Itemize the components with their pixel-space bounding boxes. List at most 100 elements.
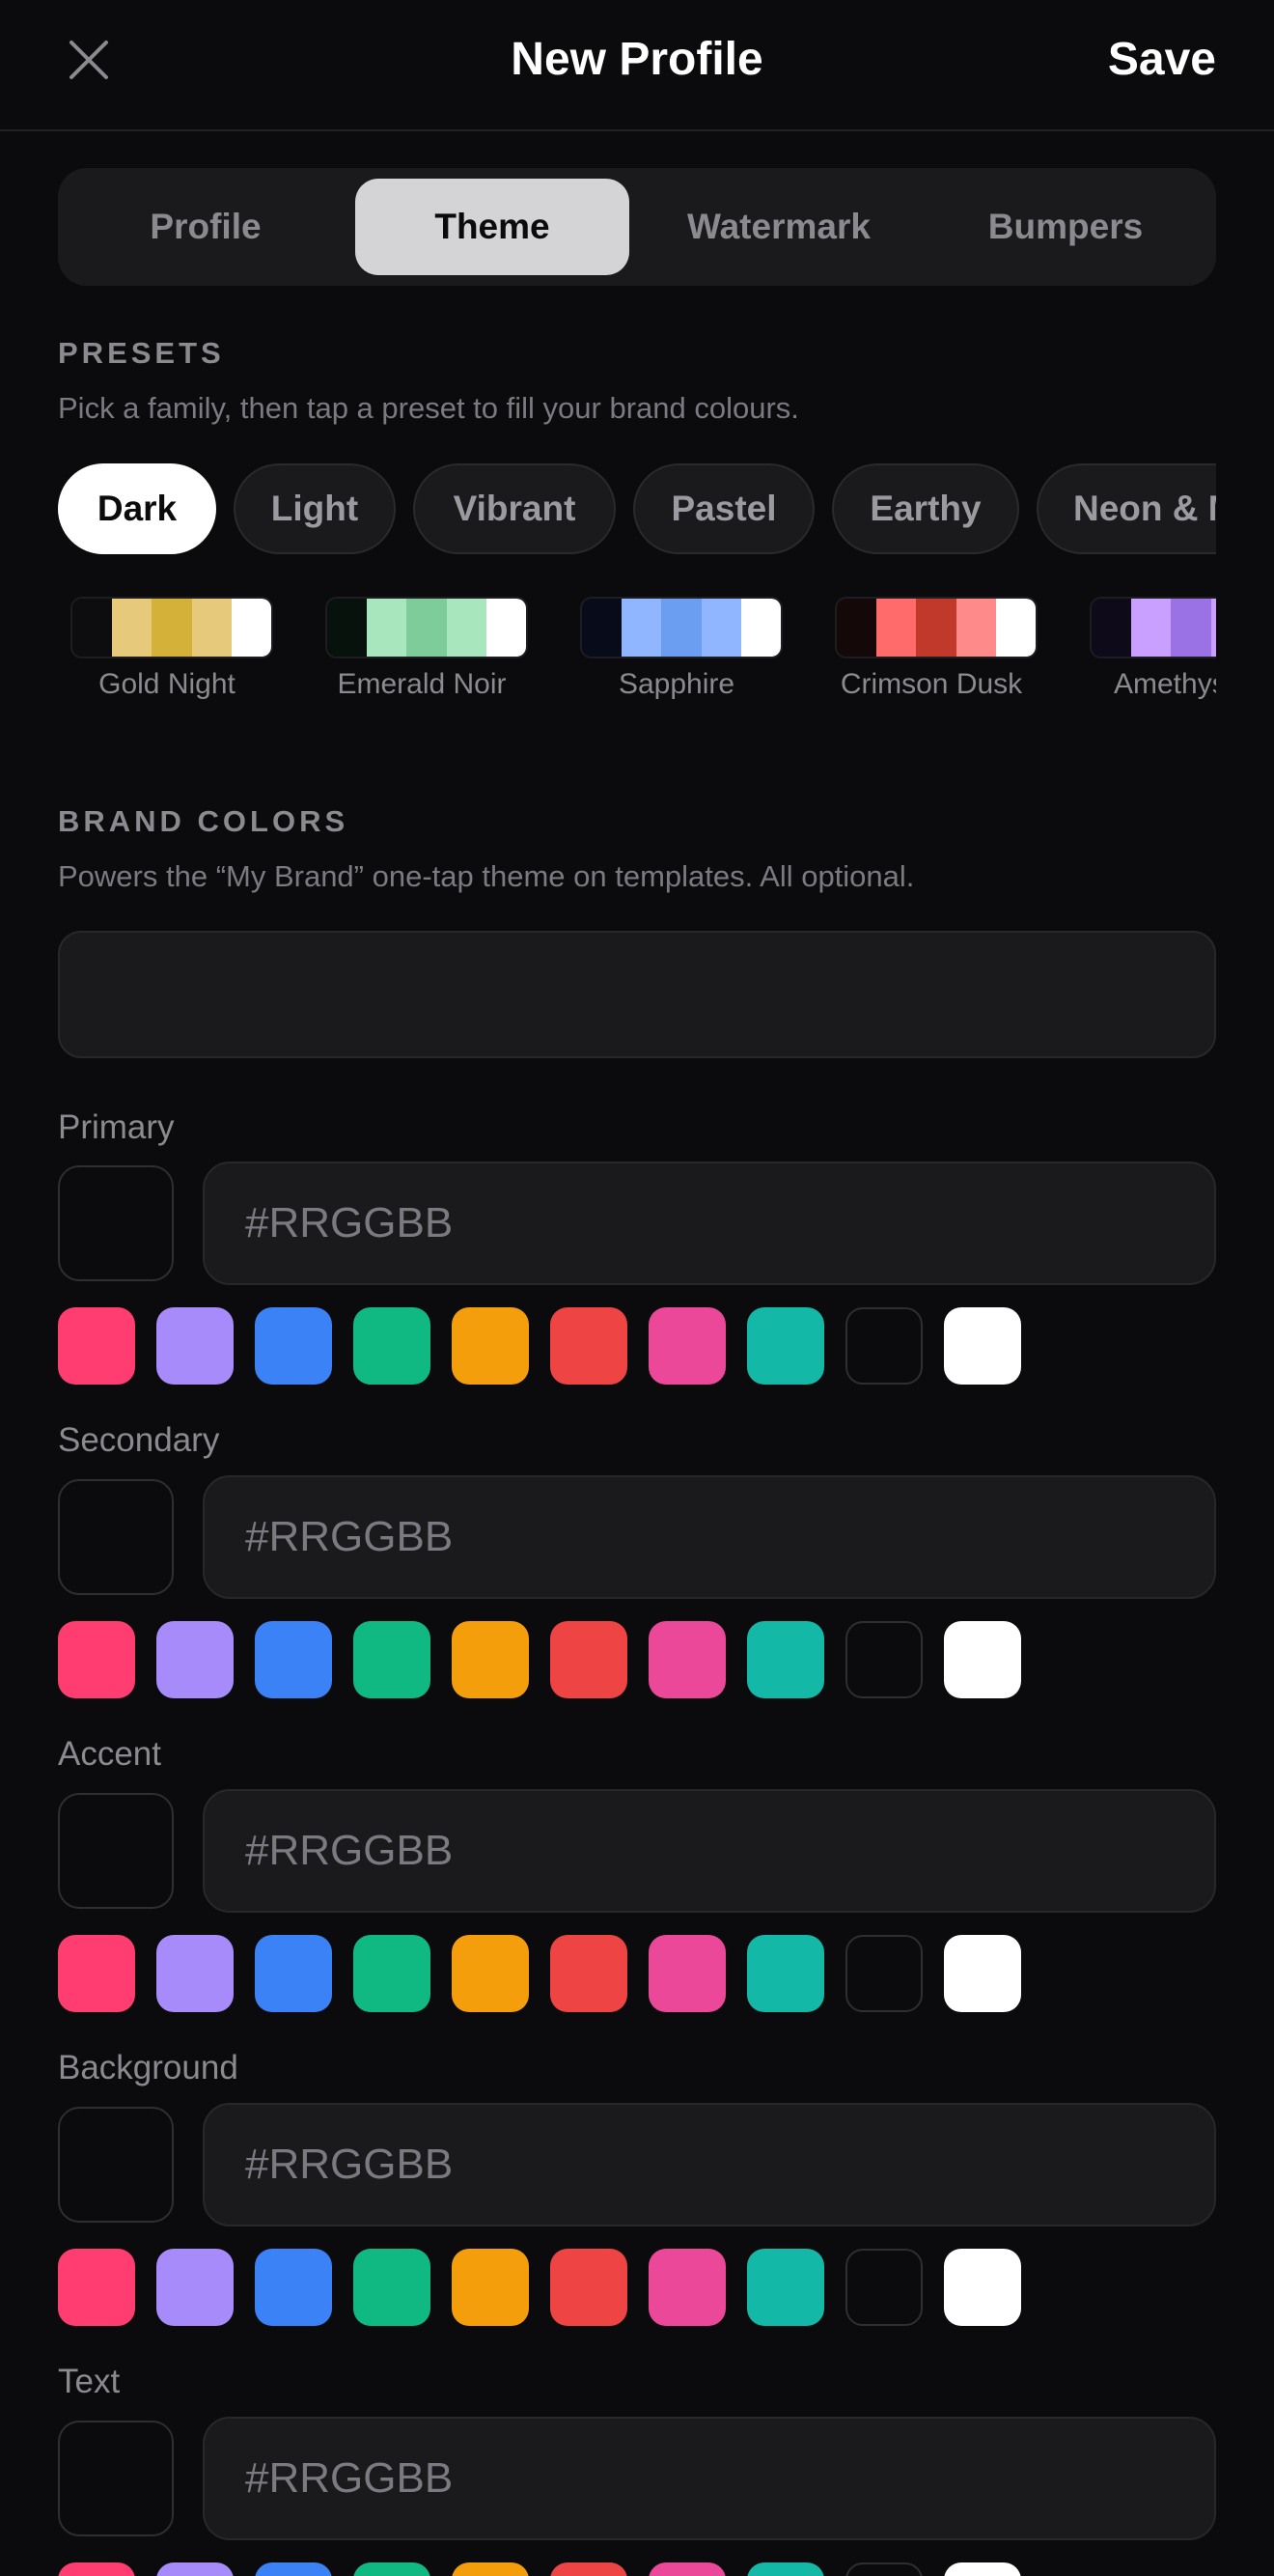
preset-color-strip bbox=[835, 597, 1038, 658]
color-chip[interactable] bbox=[747, 1307, 824, 1385]
color-chip[interactable] bbox=[58, 1935, 135, 2012]
color-chip[interactable] bbox=[353, 2562, 430, 2576]
text-swatch[interactable] bbox=[58, 2421, 174, 2536]
color-chip[interactable] bbox=[550, 1621, 627, 1698]
tab-watermark[interactable]: Watermark bbox=[642, 179, 916, 275]
preset-crimson-dusk[interactable]: Crimson Dusk bbox=[822, 597, 1040, 701]
color-chip[interactable] bbox=[255, 1621, 332, 1698]
color-chip[interactable] bbox=[649, 1621, 726, 1698]
color-chip[interactable] bbox=[255, 2249, 332, 2326]
color-chip[interactable] bbox=[156, 1621, 234, 1698]
color-chip[interactable] bbox=[353, 2249, 430, 2326]
preset-gold-night[interactable]: Gold Night bbox=[58, 597, 276, 701]
color-chip[interactable] bbox=[353, 1307, 430, 1385]
preset-sapphire[interactable]: Sapphire bbox=[568, 597, 786, 701]
color-chip[interactable] bbox=[156, 1307, 234, 1385]
primary-label: Primary bbox=[58, 1108, 175, 1146]
save-button[interactable]: Save bbox=[1108, 29, 1216, 91]
primary-swatch[interactable] bbox=[58, 1165, 174, 1281]
preset-name: Sapphire bbox=[618, 668, 735, 700]
text-color-label: Text bbox=[58, 2363, 121, 2400]
background-label: Background bbox=[58, 2049, 238, 2086]
color-chip[interactable] bbox=[944, 2562, 1021, 2576]
family-chip-vibrant[interactable]: Vibrant bbox=[413, 463, 616, 554]
tab-profile[interactable]: Profile bbox=[69, 179, 343, 275]
color-chip[interactable] bbox=[58, 2249, 135, 2326]
color-chip[interactable] bbox=[353, 1935, 430, 2012]
brand-colors-heading: BRAND COLORS bbox=[58, 804, 349, 838]
color-chip[interactable] bbox=[58, 1621, 135, 1698]
text-hex-input[interactable] bbox=[203, 2417, 1216, 2540]
color-chip[interactable] bbox=[452, 2562, 529, 2576]
color-chip[interactable] bbox=[156, 1935, 234, 2012]
family-chip-earthy[interactable]: Earthy bbox=[832, 463, 1019, 554]
color-chip[interactable] bbox=[747, 2249, 824, 2326]
presets-description: Pick a family, then tap a preset to fill… bbox=[58, 391, 799, 425]
color-chip[interactable] bbox=[649, 2249, 726, 2326]
preset-color-strip bbox=[70, 597, 273, 658]
family-chip-pastel[interactable]: Pastel bbox=[633, 463, 815, 554]
preset-color-strip bbox=[1090, 597, 1216, 658]
preset-name: Emerald Noir bbox=[337, 668, 507, 700]
color-chip[interactable] bbox=[58, 1307, 135, 1385]
color-chip[interactable] bbox=[649, 1935, 726, 2012]
family-chip-dark[interactable]: Dark bbox=[58, 463, 216, 554]
segmented-tabs: Profile Theme Watermark Bumpers bbox=[58, 168, 1216, 286]
preset-name: Crimson Dusk bbox=[840, 668, 1023, 700]
color-chip[interactable] bbox=[156, 2249, 234, 2326]
brand-preview-box bbox=[58, 931, 1216, 1058]
brand-colors-description: Powers the “My Brand” one-tap theme on t… bbox=[58, 859, 915, 893]
color-chip[interactable] bbox=[747, 1621, 824, 1698]
secondary-label: Secondary bbox=[58, 1421, 220, 1459]
family-chip-neon-mono[interactable]: Neon & Mono bbox=[1037, 463, 1216, 554]
color-chip[interactable] bbox=[452, 1935, 529, 2012]
top-bar: New Profile Save bbox=[0, 0, 1274, 131]
color-chip[interactable] bbox=[649, 1307, 726, 1385]
preset-color-strip bbox=[580, 597, 783, 658]
color-chip[interactable] bbox=[845, 2562, 923, 2576]
family-chip-light[interactable]: Light bbox=[234, 463, 396, 554]
background-swatch[interactable] bbox=[58, 2107, 174, 2223]
tab-bumpers[interactable]: Bumpers bbox=[928, 179, 1203, 275]
accent-label: Accent bbox=[58, 1735, 161, 1773]
background-hex-input[interactable] bbox=[203, 2103, 1216, 2226]
color-chip[interactable] bbox=[944, 1307, 1021, 1385]
preset-name: Amethyst bbox=[1114, 668, 1216, 700]
primary-hex-input[interactable] bbox=[203, 1162, 1216, 1285]
color-chip[interactable] bbox=[452, 1307, 529, 1385]
accent-hex-input[interactable] bbox=[203, 1789, 1216, 1913]
color-chip[interactable] bbox=[58, 2562, 135, 2576]
color-chip[interactable] bbox=[944, 1935, 1021, 2012]
color-chip[interactable] bbox=[944, 1621, 1021, 1698]
presets-heading: PRESETS bbox=[58, 336, 225, 370]
color-chip[interactable] bbox=[747, 2562, 824, 2576]
color-chip[interactable] bbox=[845, 2249, 923, 2326]
color-chip[interactable] bbox=[550, 2562, 627, 2576]
color-chip[interactable] bbox=[353, 1621, 430, 1698]
color-chip[interactable] bbox=[944, 2249, 1021, 2326]
color-chip[interactable] bbox=[156, 2562, 234, 2576]
secondary-hex-input[interactable] bbox=[203, 1475, 1216, 1599]
color-chip[interactable] bbox=[255, 1307, 332, 1385]
accent-swatch[interactable] bbox=[58, 1793, 174, 1909]
preset-amethyst[interactable]: Amethyst bbox=[1077, 597, 1216, 701]
color-chip[interactable] bbox=[845, 1307, 923, 1385]
tab-theme[interactable]: Theme bbox=[355, 179, 629, 275]
color-chip[interactable] bbox=[550, 1935, 627, 2012]
color-chip[interactable] bbox=[845, 1621, 923, 1698]
color-chip[interactable] bbox=[255, 1935, 332, 2012]
page-title: New Profile bbox=[511, 34, 763, 85]
color-chip[interactable] bbox=[550, 2249, 627, 2326]
color-chip[interactable] bbox=[845, 1935, 923, 2012]
color-chip[interactable] bbox=[452, 1621, 529, 1698]
secondary-swatch[interactable] bbox=[58, 1479, 174, 1595]
color-chip[interactable] bbox=[255, 2562, 332, 2576]
preset-name: Gold Night bbox=[98, 668, 235, 700]
color-chip[interactable] bbox=[452, 2249, 529, 2326]
preset-family-chips: Dark Light Vibrant Pastel Earthy Neon & … bbox=[58, 462, 1216, 558]
color-chip[interactable] bbox=[747, 1935, 824, 2012]
color-chip[interactable] bbox=[649, 2562, 726, 2576]
color-chip[interactable] bbox=[550, 1307, 627, 1385]
preset-list: Gold Night Emerald Noir Sapphire Crimson… bbox=[58, 597, 1216, 713]
preset-emerald-noir[interactable]: Emerald Noir bbox=[313, 597, 531, 701]
